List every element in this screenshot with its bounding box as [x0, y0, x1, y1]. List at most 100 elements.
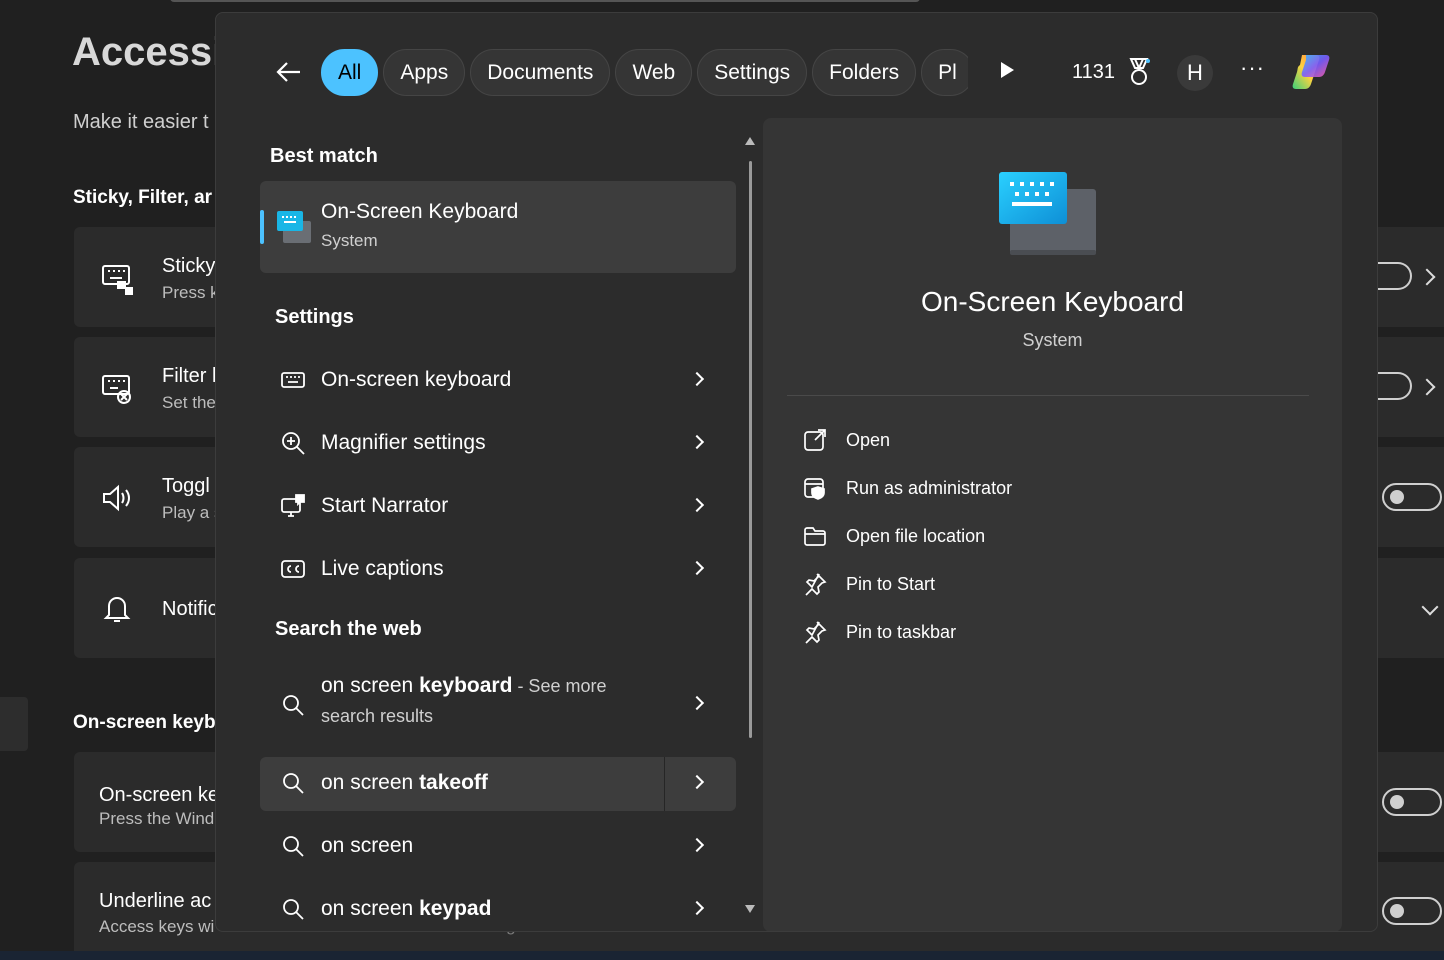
- tab-settings[interactable]: Settings: [697, 49, 808, 96]
- action-open[interactable]: Open: [803, 420, 1283, 460]
- best-match-heading: Best match: [270, 145, 378, 167]
- query-bold: keyboard: [419, 674, 513, 697]
- action-label: Open file location: [846, 526, 986, 546]
- preview-pane: On-Screen Keyboard System Open Run as ad…: [763, 118, 1342, 931]
- card-desc: Press k: [162, 283, 219, 302]
- results-scrollbar[interactable]: [749, 161, 752, 738]
- settings-heading: Settings: [275, 306, 354, 328]
- tab-apps[interactable]: Apps: [383, 49, 466, 96]
- chevron-right-icon: [689, 837, 705, 853]
- section-heading: On-screen keyb: [73, 712, 216, 733]
- page-title: Accessil: [72, 30, 235, 74]
- card-desc: Access keys wi: [99, 917, 215, 936]
- split-divider: [664, 757, 665, 811]
- search-icon: [283, 899, 304, 920]
- settings-item-label: Magnifier settings: [321, 431, 486, 454]
- tab-web[interactable]: Web: [615, 49, 693, 96]
- preview-divider: [787, 395, 1309, 396]
- web-result-subtext: search results: [321, 706, 434, 726]
- action-label: Run as administrator: [846, 478, 1013, 498]
- keyboard-filter-icon: [102, 375, 131, 404]
- chevron-right-icon: [689, 497, 705, 513]
- scroll-down-arrow-icon[interactable]: [745, 905, 755, 913]
- tab-photos[interactable]: Pl: [921, 49, 968, 96]
- query-bold: keypad: [419, 897, 492, 920]
- chevron-right-icon: [689, 560, 705, 576]
- best-match-result[interactable]: On-Screen Keyboard System: [260, 181, 736, 273]
- tab-documents[interactable]: Documents: [470, 49, 611, 96]
- search-topbar: All Apps Documents Web Settings Folders Pl 113…: [216, 13, 1377, 123]
- magnifier-icon: [282, 432, 305, 455]
- page-subtitle: Make it easier t: [73, 111, 209, 133]
- see-more-text: - See more: [512, 676, 607, 696]
- chevron-right-icon: [689, 695, 705, 711]
- more-options-icon[interactable]: ···: [1240, 55, 1265, 81]
- action-run-as-admin[interactable]: Run as administrator: [803, 468, 1283, 508]
- keyboard-icon: [281, 372, 305, 388]
- action-label: Pin to taskbar: [846, 622, 957, 642]
- web-result-text: on screen keypad: [321, 897, 491, 921]
- action-label: Open: [846, 430, 891, 450]
- best-match-name: On-Screen Keyboard: [321, 200, 519, 223]
- taskbar: [0, 951, 1444, 960]
- tab-all[interactable]: All: [321, 49, 379, 96]
- best-match-kind: System: [321, 231, 378, 250]
- settings-item-label: Live captions: [321, 557, 444, 580]
- results-list: Best match On-Screen Keyboard System Set…: [260, 123, 740, 931]
- web-result-keyboard[interactable]: on screen keyboard - See more search res…: [260, 666, 736, 744]
- filter-tabs: All Apps Documents Web Settings Folders Pl: [321, 49, 968, 97]
- scroll-up-arrow-icon[interactable]: [745, 137, 755, 145]
- settings-item-label: On-screen keyboard: [321, 368, 512, 391]
- web-result-keypad[interactable]: on screen keypad: [260, 883, 736, 931]
- search-icon: [283, 695, 304, 716]
- toggle-switch[interactable]: [1382, 483, 1442, 511]
- action-pin-to-start[interactable]: Pin to Start: [803, 564, 1283, 604]
- shield-admin-icon: [804, 478, 825, 500]
- query-plain: on screen: [321, 771, 420, 794]
- settings-item-magnifier[interactable]: Magnifier settings: [260, 417, 736, 471]
- query-plain: on screen: [321, 674, 420, 697]
- onscreen-keyboard-app-icon: [277, 211, 311, 243]
- toggle-switch[interactable]: [1382, 897, 1442, 925]
- speaker-icon: [103, 484, 130, 512]
- action-open-file-location[interactable]: Open file location: [803, 516, 1283, 556]
- chevron-right-icon: [689, 371, 705, 387]
- preview-app-name: On-Screen Keyboard: [920, 286, 1185, 317]
- settings-item-live-captions[interactable]: Live captions: [260, 543, 736, 597]
- rewards-medal-icon[interactable]: [1126, 57, 1152, 87]
- card-title: Underline ac: [99, 890, 212, 912]
- pin-icon: [805, 573, 827, 596]
- query-plain: on screen: [321, 897, 420, 920]
- preview-app-kind: System: [1022, 330, 1083, 350]
- toggle-switch[interactable]: [1382, 788, 1442, 816]
- web-result-text: on screen: [321, 834, 413, 858]
- captions-icon: [281, 560, 305, 578]
- web-result-on-screen[interactable]: on screen: [260, 820, 736, 874]
- settings-item-onscreen-keyboard[interactable]: On-screen keyboard: [260, 354, 736, 408]
- section-heading: Sticky, Filter, ar: [73, 187, 213, 208]
- play-more-tabs-icon[interactable]: [1001, 62, 1014, 78]
- back-arrow-icon[interactable]: [274, 57, 304, 87]
- action-pin-to-taskbar[interactable]: Pin to taskbar: [803, 612, 1283, 652]
- chevron-right-icon: [689, 434, 705, 450]
- action-label: Pin to Start: [846, 574, 936, 594]
- card-title: Filter l: [162, 365, 217, 387]
- avatar[interactable]: H: [1177, 55, 1213, 91]
- card-title: On-screen ke: [99, 784, 220, 806]
- web-result-takeoff[interactable]: on screen takeoff: [260, 757, 736, 811]
- keyboard-sticky-icon: [102, 265, 133, 295]
- card-title: Notific: [162, 598, 218, 620]
- onscreen-keyboard-large-icon: [999, 172, 1096, 255]
- card-title: Toggl: [162, 475, 210, 497]
- card-desc: Play a s: [162, 503, 223, 522]
- query-plain: on screen: [321, 834, 414, 857]
- web-result-text: on screen takeoff: [321, 771, 488, 795]
- settings-item-narrator[interactable]: Start Narrator: [260, 480, 736, 534]
- chevron-right-icon[interactable]: [689, 774, 705, 790]
- tab-folders[interactable]: Folders: [812, 49, 917, 96]
- folder-icon: [804, 527, 826, 546]
- pin-icon: [805, 621, 827, 644]
- nav-selection-marker: [0, 697, 28, 751]
- copilot-icon[interactable]: [1288, 49, 1334, 95]
- chevron-right-icon: [689, 900, 705, 916]
